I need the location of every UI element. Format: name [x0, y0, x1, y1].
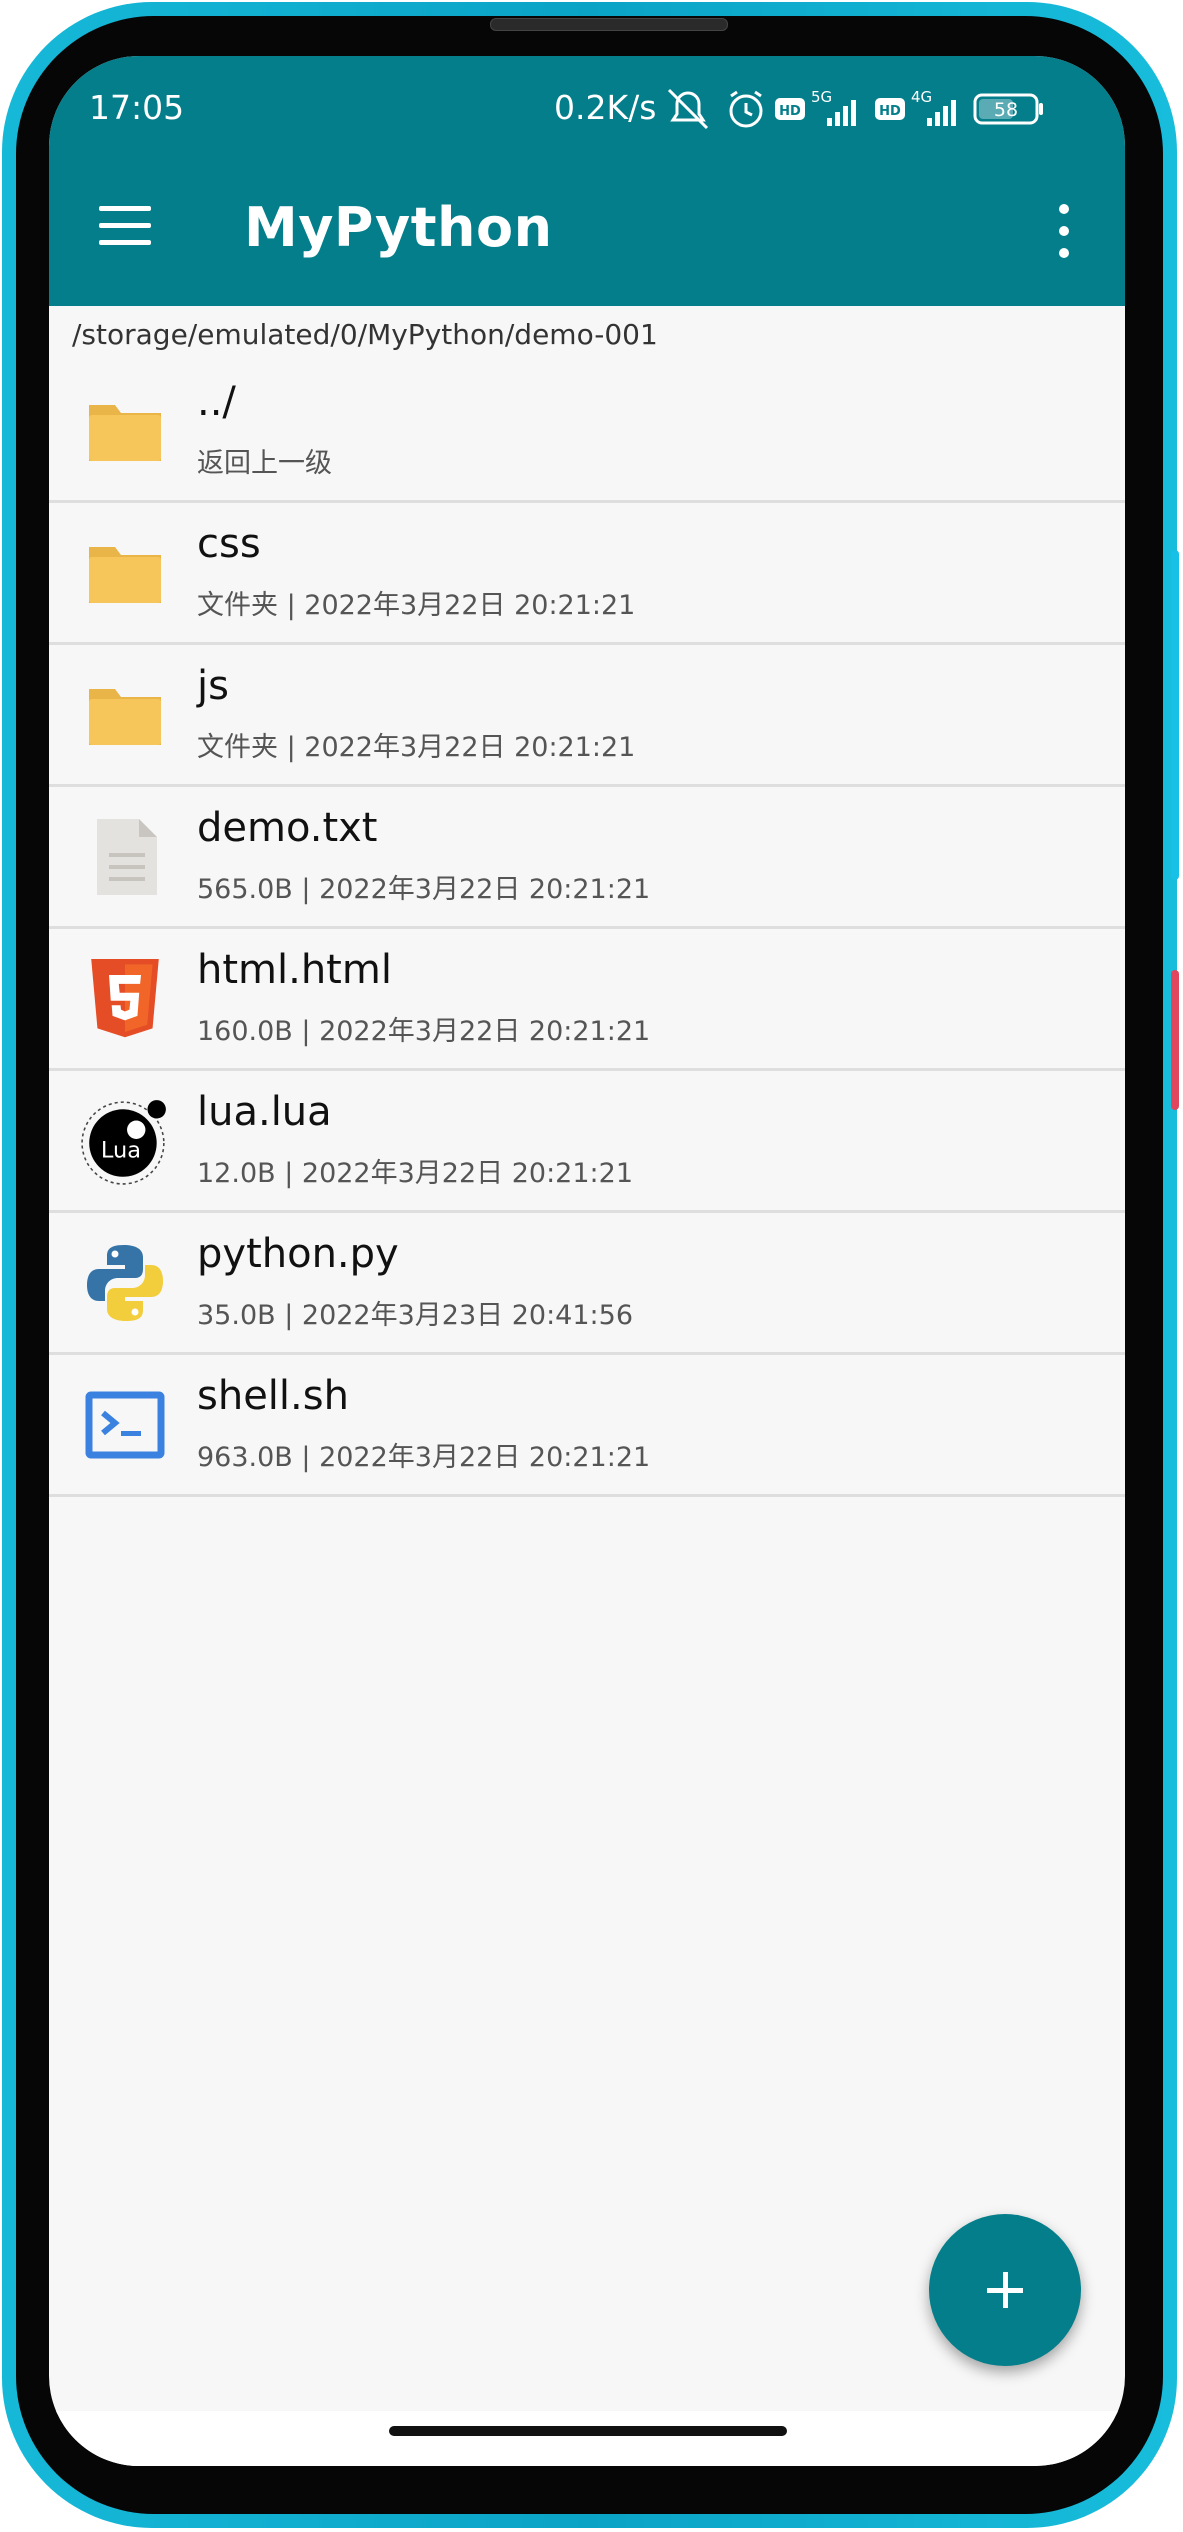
app-title: MyPython: [244, 196, 553, 259]
battery-icon: 58: [973, 93, 1043, 125]
status-icons: HD 5G HD 4G 58: [667, 88, 1043, 130]
sim2-label: 4G: [911, 88, 932, 106]
file-meta: 565.0B | 2022年3月22日 20:21:21: [197, 874, 651, 905]
file-row-html[interactable]: html.html 160.0B | 2022年3月22日 20:21:21: [49, 929, 1125, 1071]
file-row-parent[interactable]: ../ 返回上一级: [49, 361, 1125, 503]
status-time: 17:05: [89, 88, 185, 127]
screen: 17:05 0.2K/s HD 5G HD 4G 58 MyPython /st…: [49, 56, 1125, 2466]
file-name: js: [197, 663, 229, 709]
hd-text-2: HD: [879, 104, 901, 119]
alarm-icon: [729, 90, 763, 128]
text-file-icon: [97, 819, 157, 895]
file-name: lua.lua: [197, 1089, 332, 1135]
file-row-css[interactable]: css 文件夹 | 2022年3月22日 20:21:21: [49, 503, 1125, 645]
file-meta: 963.0B | 2022年3月22日 20:21:21: [197, 1442, 651, 1473]
volume-button: [1171, 550, 1179, 880]
hd-icon-2: HD: [875, 98, 905, 120]
file-row-demo-txt[interactable]: demo.txt 565.0B | 2022年3月22日 20:21:21: [49, 787, 1125, 929]
file-row-python[interactable]: python.py 35.0B | 2022年3月23日 20:41:56: [49, 1213, 1125, 1355]
home-indicator[interactable]: [389, 2426, 787, 2436]
hd-text: HD: [779, 104, 801, 119]
file-name: shell.sh: [197, 1373, 349, 1419]
lua-icon-text: Lua: [101, 1137, 141, 1163]
network-speed: 0.2K/s: [554, 88, 657, 127]
battery-level: 58: [994, 99, 1018, 121]
mute-bell-icon: [667, 88, 709, 130]
file-name: ../: [197, 379, 236, 425]
python-icon: [87, 1245, 163, 1321]
lua-icon: Lua: [81, 1100, 166, 1185]
terminal-icon: [85, 1391, 165, 1459]
file-name: html.html: [197, 947, 392, 993]
folder-icon: [89, 689, 161, 745]
file-row-shell[interactable]: shell.sh 963.0B | 2022年3月22日 20:21:21: [49, 1355, 1125, 1497]
file-name: css: [197, 521, 261, 567]
file-meta: 文件夹 | 2022年3月22日 20:21:21: [197, 590, 636, 621]
more-options-icon[interactable]: [1049, 204, 1079, 258]
file-meta: 文件夹 | 2022年3月22日 20:21:21: [197, 732, 636, 763]
file-name: demo.txt: [197, 805, 378, 851]
file-meta: 35.0B | 2022年3月23日 20:41:56: [197, 1300, 633, 1331]
power-button: [1171, 970, 1179, 1110]
navigation-bar: [49, 2411, 1125, 2466]
sim1-label: 5G: [811, 88, 832, 106]
status-bar: 17:05 0.2K/s HD 5G HD 4G 58: [49, 84, 1125, 134]
menu-icon[interactable]: [99, 206, 153, 246]
current-path: /storage/emulated/0/MyPython/demo-001: [72, 318, 658, 351]
folder-icon: [89, 547, 161, 603]
earpiece-speaker: [490, 18, 728, 31]
file-name: python.py: [197, 1231, 399, 1277]
file-row-lua[interactable]: Lua lua.lua 12.0B | 2022年3月22日 20:21:21: [49, 1071, 1125, 1213]
plus-icon: [987, 2272, 1023, 2308]
file-row-js[interactable]: js 文件夹 | 2022年3月22日 20:21:21: [49, 645, 1125, 787]
file-list: ../ 返回上一级 css 文件夹 | 2022年3月22日 20:21:21 …: [49, 361, 1125, 1497]
app-bar: 17:05 0.2K/s HD 5G HD 4G 58 MyPython: [49, 56, 1125, 306]
file-meta: 160.0B | 2022年3月22日 20:21:21: [197, 1016, 651, 1047]
hd-icon: HD: [775, 98, 805, 120]
folder-icon: [89, 405, 161, 461]
file-meta: 12.0B | 2022年3月22日 20:21:21: [197, 1158, 633, 1189]
file-meta: 返回上一级: [197, 448, 332, 479]
add-fab-button[interactable]: [929, 2214, 1081, 2366]
html5-icon: [91, 959, 159, 1038]
